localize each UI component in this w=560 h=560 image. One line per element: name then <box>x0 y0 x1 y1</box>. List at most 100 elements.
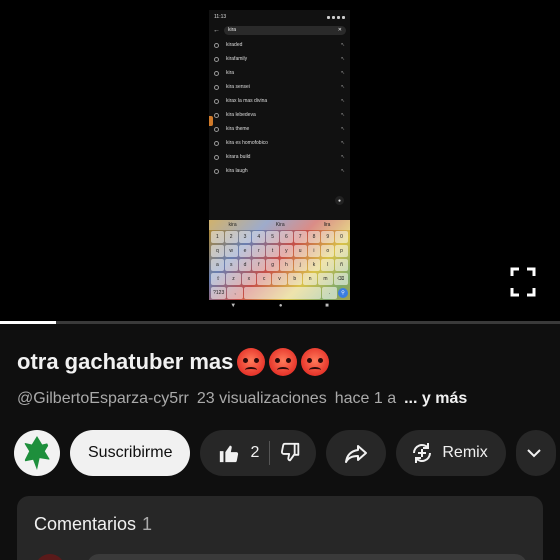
keyboard-key: g <box>266 259 279 271</box>
phone-suggestion-item: kira sensei ↖ <box>209 80 350 94</box>
progress-bar[interactable] <box>0 321 560 324</box>
keyboard-key: b <box>287 273 302 285</box>
like-count: 2 <box>250 444 260 461</box>
keyboard-key: x <box>241 273 256 285</box>
fill-arrow-icon: ↖ <box>340 154 345 160</box>
phone-suggestion-item: kirara build ↖ <box>209 150 350 164</box>
more-link[interactable]: ... y más <box>404 390 467 408</box>
fill-arrow-icon: ↖ <box>340 112 345 118</box>
key-symbols: ?123 <box>211 287 227 299</box>
edge-tab <box>209 116 213 126</box>
keyboard-key: r <box>252 245 266 257</box>
mic-icon: ● <box>335 196 344 205</box>
phone-search-row: ← kira ✕ <box>209 24 350 36</box>
phone-suggestion-text: kiraded <box>226 42 243 48</box>
phone-status-bar: 11:13 <box>209 10 350 24</box>
video-title: otra gachatuber mas <box>17 348 330 376</box>
phone-suggestion-text: kira es homofobico <box>226 140 268 146</box>
search-icon <box>214 98 219 104</box>
keyboard-key: v <box>272 273 287 285</box>
keyboard-row: qwertyuiop <box>209 244 350 258</box>
action-bar: Suscribirme 2 Remix <box>14 429 556 477</box>
comments-panel[interactable]: Comentarios 1 <box>17 496 543 560</box>
phone-suggestion-item: kiraded ↖ <box>209 38 350 52</box>
search-icon <box>214 56 219 62</box>
fill-arrow-icon: ↖ <box>340 140 345 146</box>
keyboard-key: ⌫ <box>333 273 348 285</box>
like-separator <box>269 441 271 465</box>
channel-handle[interactable]: @GilbertoEsparza-cy5rr <box>17 390 189 408</box>
phone-suggestion-text: kira <box>226 70 235 76</box>
phone-suggestion-text: kira sensei <box>226 84 250 90</box>
clear-icon: ✕ <box>337 27 342 33</box>
remix-icon <box>413 443 432 463</box>
thumbs-down-icon[interactable] <box>280 442 302 464</box>
comments-count: 1 <box>142 514 153 534</box>
keyboard-key: 3 <box>238 231 252 243</box>
status-time: 11:13 <box>214 14 227 20</box>
keyboard-key: w <box>224 245 238 257</box>
keyboard-key: 5 <box>266 231 279 243</box>
fill-arrow-icon: ↖ <box>340 42 345 48</box>
key-space <box>243 287 321 299</box>
share-button[interactable] <box>326 430 387 476</box>
search-icon <box>214 140 219 146</box>
more-actions-button[interactable] <box>515 430 556 476</box>
keyboard-key: p <box>335 245 348 257</box>
fill-arrow-icon: ↖ <box>340 84 345 90</box>
key-comma: , <box>227 287 243 299</box>
subscribe-button[interactable]: Suscribirme <box>70 430 191 476</box>
like-dislike-group: 2 <box>200 430 317 476</box>
phone-suggestion-item: kirax la mas divina ↖ <box>209 94 350 108</box>
phone-suggestion-text: kirafamily <box>226 56 248 62</box>
video-player[interactable]: 11:13 ← kira ✕ kiraded ↖ kirafamily ↖ kira ↖ k… <box>0 0 560 323</box>
phone-suggestion-text: kirax la mas divina <box>226 98 268 104</box>
keyboard-key: m <box>318 273 333 285</box>
phone-suggestion-item: kirafamily ↖ <box>209 52 350 66</box>
phone-search-box: kira ✕ <box>224 25 346 35</box>
keyboard-key: 7 <box>293 231 307 243</box>
search-icon <box>214 70 219 76</box>
thumbs-up-icon[interactable] <box>218 442 240 464</box>
phone-suggestion-text: kira laugh <box>226 168 248 174</box>
search-icon <box>214 168 219 174</box>
keyboard-key: i <box>307 245 321 257</box>
keyboard-key: u <box>293 245 307 257</box>
phone-keyboard: kira Kira lira 1234567890qwertyuiopasdfghj… <box>209 220 350 312</box>
keyboard-key: 1 <box>211 231 224 243</box>
search-icon <box>214 42 219 48</box>
status-icons <box>327 15 345 19</box>
keyboard-suggestion: lira <box>323 222 331 228</box>
keyboard-key: t <box>266 245 279 257</box>
upload-age: hace 1 a <box>334 390 397 407</box>
remix-label: Remix <box>442 444 488 461</box>
fullscreen-icon[interactable] <box>510 267 536 297</box>
angry-face-icon <box>237 348 266 376</box>
comment-preview[interactable] <box>87 554 527 560</box>
keyboard-row: 1234567890 <box>209 230 350 244</box>
keyboard-suggestion: Kira <box>275 222 285 228</box>
keyboard-key: 6 <box>279 231 293 243</box>
phone-suggestion-item: kira theme ↖ <box>209 122 350 136</box>
video-meta[interactable]: @GilbertoEsparza-cy5rr 23 visualizacione… <box>17 390 467 408</box>
nav-back-icon: ▼ <box>230 303 237 309</box>
phone-suggestion-item: kira es homofobico ↖ <box>209 136 350 150</box>
fill-arrow-icon: ↖ <box>340 70 345 76</box>
search-icon <box>214 112 219 118</box>
keyboard-key: q <box>211 245 224 257</box>
keyboard-key: z <box>226 273 241 285</box>
view-count: 23 visualizaciones <box>196 390 327 407</box>
phone-suggestion-text: kira lebedeva <box>226 112 256 118</box>
phone-suggestion-text: kirara build <box>226 154 251 160</box>
keyboard-key: y <box>279 245 293 257</box>
phone-suggestion-list: kiraded ↖ kirafamily ↖ kira ↖ kira sensei ↖ kira… <box>209 38 350 178</box>
keyboard-key: 4 <box>252 231 266 243</box>
channel-avatar[interactable] <box>14 430 60 476</box>
keyboard-key: 9 <box>321 231 335 243</box>
remix-button[interactable]: Remix <box>396 430 506 476</box>
keyboard-key: k <box>307 259 321 271</box>
keyboard-key: 2 <box>224 231 238 243</box>
video-title-text: otra gachatuber mas <box>17 349 234 374</box>
keyboard-suggestion: kira <box>228 222 237 228</box>
keyboard-key: o <box>321 245 335 257</box>
